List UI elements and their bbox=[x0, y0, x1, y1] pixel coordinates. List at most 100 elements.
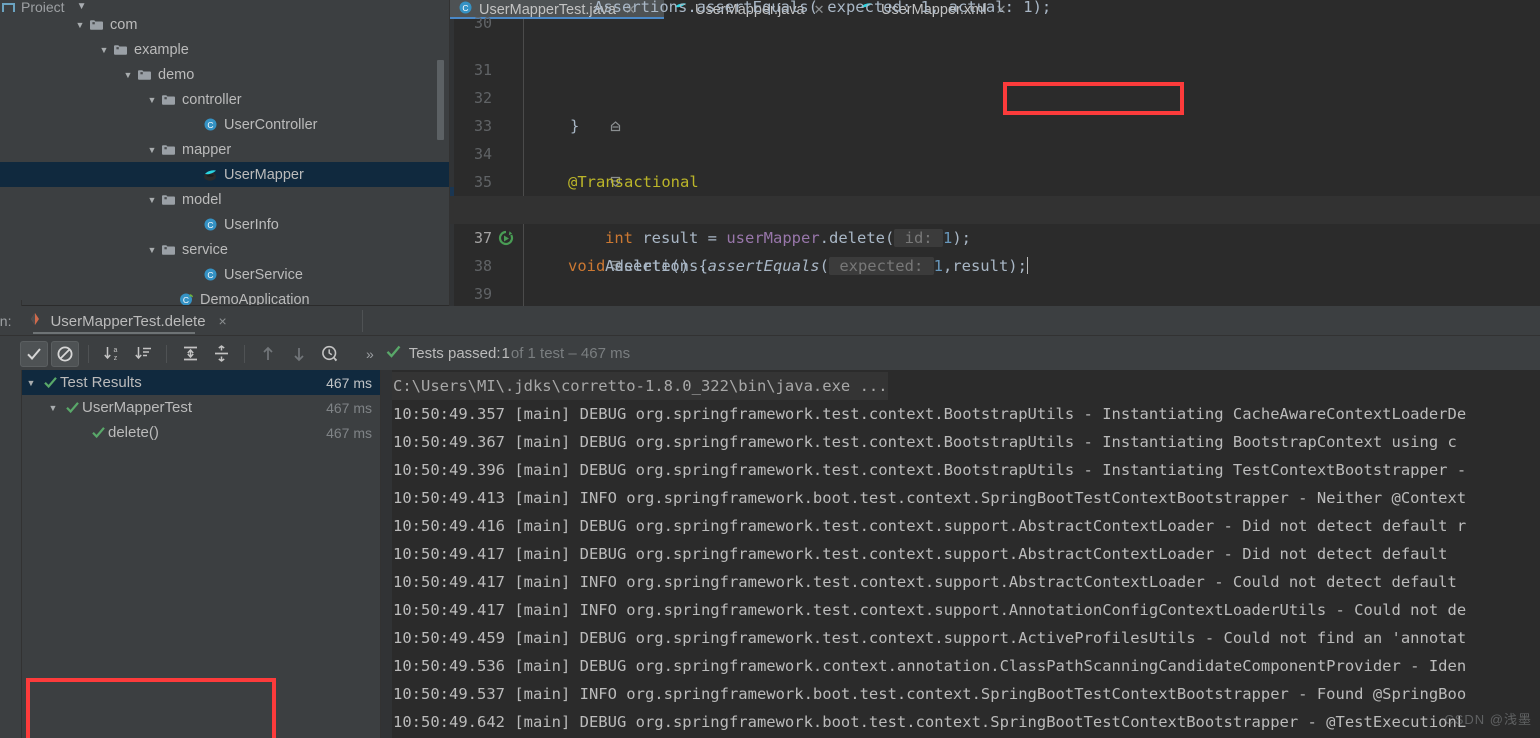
tree-node-userinfo[interactable]: C UserInfo bbox=[0, 212, 450, 237]
chevron-down-icon[interactable]: ▼ bbox=[144, 245, 160, 255]
code-line-31[interactable]: 31 } bbox=[450, 28, 1540, 135]
folder-icon bbox=[160, 242, 177, 258]
editor-code-area[interactable]: 30 Assertions.assertEquals( expected: 1,… bbox=[450, 0, 1540, 306]
tree-node-label: model bbox=[182, 191, 222, 208]
tree-node-usermapper[interactable]: UserMapper bbox=[0, 162, 450, 187]
folder-icon bbox=[160, 192, 177, 208]
tree-node-label: service bbox=[182, 241, 228, 258]
toolbar-divider bbox=[166, 344, 167, 363]
run-tool-window: un: UserMapperTest.delete × az bbox=[0, 306, 1540, 738]
tests-of-total-label: of 1 test – 467 ms bbox=[510, 345, 631, 362]
class-icon: C bbox=[202, 267, 219, 283]
code-line-33[interactable]: 33 @Transactional bbox=[450, 84, 1540, 191]
run-window-label: un: bbox=[0, 313, 12, 329]
folder-icon bbox=[160, 142, 177, 158]
code-line-34[interactable]: 34 @Test bbox=[450, 112, 1540, 219]
line-number: 30 bbox=[473, 14, 492, 32]
green-check-icon bbox=[88, 425, 108, 440]
prev-failed-test-button[interactable] bbox=[254, 341, 282, 367]
test-duration: 467 ms bbox=[326, 399, 372, 416]
tree-node-example[interactable]: ▼ example bbox=[0, 37, 450, 62]
console-log-line: 10:50:49.642 [main] DEBUG org.springfram… bbox=[393, 713, 1467, 731]
history-clock-icon bbox=[322, 345, 338, 361]
show-ignored-toggle[interactable] bbox=[51, 340, 79, 367]
code-line-39[interactable]: 39 } bbox=[450, 252, 1540, 303]
tree-node-demo[interactable]: ▼ demo bbox=[0, 62, 450, 87]
chevron-down-icon[interactable]: ▼ bbox=[144, 95, 160, 105]
collapse-all-button[interactable] bbox=[207, 341, 235, 367]
test-tree-row-test-results[interactable]: ▼ Test Results 467 ms bbox=[22, 370, 380, 395]
collapse-all-icon bbox=[214, 345, 228, 362]
test-tree-row-delete[interactable]: delete() 467 ms bbox=[22, 420, 380, 445]
tree-node-mapper[interactable]: ▼ mapper bbox=[0, 137, 450, 162]
chevron-down-icon[interactable]: ▼ bbox=[144, 195, 160, 205]
tests-passed-label: Tests passed: bbox=[408, 345, 501, 362]
console-log-line: 10:50:49.416 [main] DEBUG org.springfram… bbox=[393, 517, 1467, 535]
test-tree-row-usermappertest[interactable]: ▼ UserMapperTest 467 ms bbox=[22, 395, 380, 420]
test-history-button[interactable] bbox=[316, 341, 344, 367]
check-icon bbox=[27, 347, 41, 360]
tree-node-label: UserController bbox=[224, 116, 318, 133]
code-editor[interactable]: C UserMapperTest.java ✕ UserMapper.java … bbox=[450, 0, 1540, 306]
console-log-line: 10:50:49.413 [main] INFO org.springframe… bbox=[393, 489, 1467, 507]
next-failed-test-button[interactable] bbox=[285, 341, 313, 367]
watermark: CSDN @浅墨 bbox=[1444, 712, 1532, 727]
show-passed-toggle[interactable] bbox=[20, 340, 48, 367]
sort-alphabetically-button[interactable]: az bbox=[98, 341, 126, 367]
svg-text:C: C bbox=[207, 120, 213, 130]
tree-node-label: UserMapper bbox=[224, 166, 304, 183]
project-tree[interactable]: ▼ com ▼ example ▼ demo ▼ controller C Us… bbox=[0, 12, 450, 310]
class-icon: C bbox=[202, 217, 219, 233]
console-log-line: 10:50:49.417 [main] DEBUG org.springfram… bbox=[393, 545, 1457, 563]
code-line-35[interactable]: 35 void delete() { bbox=[450, 140, 1540, 275]
expand-all-icon bbox=[183, 346, 197, 361]
tree-node-service[interactable]: ▼ service bbox=[0, 237, 450, 262]
svg-text:C: C bbox=[207, 220, 213, 230]
chevron-down-icon[interactable]: ▼ bbox=[96, 45, 112, 55]
code-line-37[interactable]: 37 Assertions.assertEquals( expected: 1,… bbox=[450, 196, 1540, 275]
tree-node-controller[interactable]: ▼ controller bbox=[0, 87, 450, 112]
mybatis-icon bbox=[202, 167, 219, 183]
test-tree-label: delete() bbox=[108, 424, 159, 441]
tree-node-usercontroller[interactable]: C UserController bbox=[0, 112, 450, 137]
chevron-down-icon[interactable]: ▼ bbox=[120, 70, 136, 80]
chevron-down-icon[interactable]: ▼ bbox=[44, 403, 62, 413]
run-configuration-tab[interactable]: UserMapperTest.delete × bbox=[27, 306, 227, 336]
code-text: Assertions.assertEquals( expected: 1, ac… bbox=[594, 0, 1052, 16]
expand-all-button[interactable] bbox=[176, 341, 204, 367]
folder-icon bbox=[136, 67, 153, 83]
test-runner-toolbar[interactable]: az bbox=[0, 337, 380, 370]
tree-node-userservice[interactable]: C UserService bbox=[0, 262, 450, 287]
svg-text:a: a bbox=[113, 347, 117, 354]
code-line-36[interactable]: 36 int result = userMapper.delete( id: 1… bbox=[450, 168, 1540, 247]
sort-by-duration-button[interactable] bbox=[129, 341, 157, 367]
console-command-line: C:\Users\MI\.jdks\corretto-1.8.0_322\bin… bbox=[381, 372, 888, 400]
code-line-38[interactable]: 38 } bbox=[450, 224, 1540, 275]
no-entry-icon bbox=[57, 346, 73, 361]
code-line-32[interactable]: 32 bbox=[450, 56, 1540, 107]
close-icon[interactable]: × bbox=[219, 313, 227, 329]
tests-passed-count: 1 bbox=[501, 345, 510, 362]
overflow-chevrons-icon[interactable]: » bbox=[366, 346, 374, 362]
sort-duration-icon bbox=[134, 347, 151, 360]
folder-icon bbox=[160, 92, 177, 108]
chevron-down-icon[interactable]: ▼ bbox=[144, 145, 160, 155]
header-divider bbox=[362, 310, 363, 332]
test-duration: 467 ms bbox=[326, 424, 372, 441]
project-tree-scrollbar[interactable] bbox=[437, 60, 444, 140]
tree-node-model[interactable]: ▼ model bbox=[0, 187, 450, 212]
console-output[interactable]: C:\Users\MI\.jdks\corretto-1.8.0_322\bin… bbox=[381, 370, 1540, 738]
console-log-line: 10:50:49.357 [main] DEBUG org.springfram… bbox=[393, 405, 1467, 423]
chevron-down-icon[interactable]: ▼ bbox=[22, 378, 40, 388]
sort-az-icon: az bbox=[103, 347, 117, 362]
chevron-down-icon[interactable]: ▼ bbox=[72, 20, 88, 30]
green-check-icon bbox=[40, 375, 60, 390]
code-line-30[interactable]: 30 Assertions.assertEquals( expected: 1,… bbox=[450, 0, 1540, 32]
tree-node-label: mapper bbox=[182, 141, 232, 158]
chevron-down-icon[interactable]: ▼ bbox=[77, 1, 87, 12]
tree-node-com[interactable]: ▼ com bbox=[0, 12, 450, 37]
console-log-line: 10:50:49.396 [main] DEBUG org.springfram… bbox=[393, 461, 1467, 479]
console-log-line: 10:50:49.417 [main] INFO org.springframe… bbox=[393, 601, 1467, 619]
test-tree-label: Test Results bbox=[60, 374, 142, 391]
test-results-tree[interactable]: ▼ Test Results 467 ms ▼ UserMapperTest 4… bbox=[22, 370, 380, 738]
